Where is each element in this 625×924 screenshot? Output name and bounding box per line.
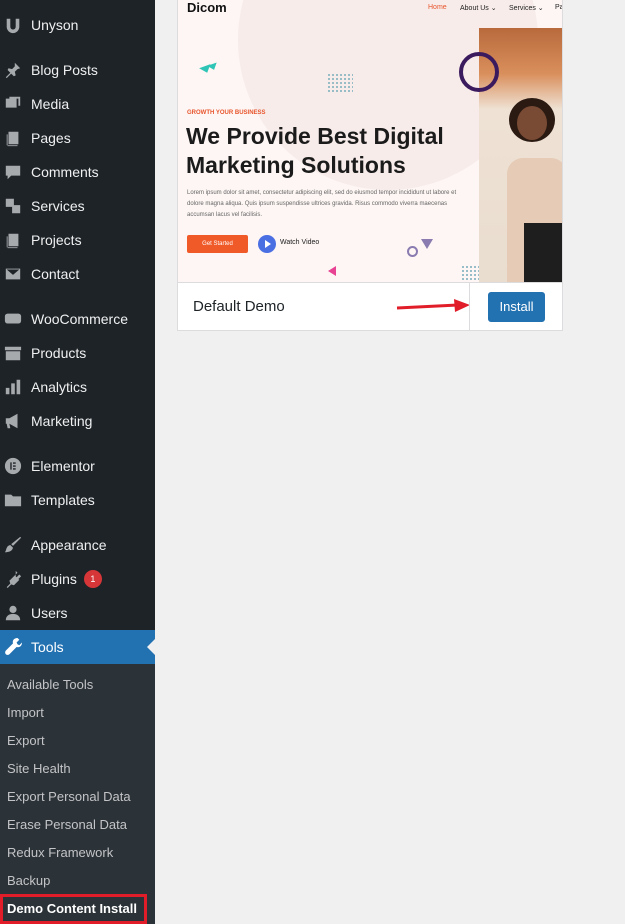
megaphone-icon <box>3 411 23 431</box>
media-icon <box>3 94 23 114</box>
demo-card-footer: Default Demo Install <box>178 282 562 331</box>
purple-ring-shape <box>459 52 499 92</box>
pin-icon <box>3 60 23 80</box>
submenu-item-import[interactable]: Import <box>7 702 44 724</box>
brush-icon <box>3 535 23 555</box>
preview-eyebrow: GROWTH YOUR BUSINESS <box>187 110 266 116</box>
menu-item-label: Unyson <box>31 17 79 33</box>
submenu-item-export[interactable]: Export <box>7 730 45 752</box>
menu-item-projects[interactable]: Projects <box>0 223 155 257</box>
user-icon <box>3 603 23 623</box>
elementor-icon <box>3 456 23 476</box>
projects-icon <box>3 230 23 250</box>
preview-nav-more: Pa <box>555 4 562 11</box>
menu-item-label: Users <box>31 605 68 621</box>
menu-item-plugins[interactable]: Plugins 1 <box>0 562 155 596</box>
person-skirt <box>524 223 562 282</box>
menu-item-blog-posts[interactable]: Blog Posts <box>0 53 155 87</box>
preview-get-started-button: Get Started <box>187 235 248 253</box>
update-count-badge: 1 <box>83 570 102 588</box>
submenu-item-available-tools[interactable]: Available Tools <box>7 674 93 696</box>
person-head <box>517 106 547 140</box>
mail-icon <box>3 264 23 284</box>
menu-item-tools[interactable]: Tools <box>0 630 155 664</box>
preview-watch-video: Watch Video <box>280 239 320 246</box>
demo-preview-image: Dicom Home About Us ⌄ Services ⌄ Pa GROW… <box>178 0 562 282</box>
services-icon <box>3 196 23 216</box>
menu-item-templates[interactable]: Templates <box>0 483 155 517</box>
pink-triangle-icon <box>328 266 336 276</box>
menu-item-woocommerce[interactable]: WooCommerce <box>0 302 155 336</box>
menu-item-label: Blog Posts <box>31 62 98 78</box>
menu-item-label: Appearance <box>31 537 107 553</box>
menu-item-appearance[interactable]: Appearance <box>0 528 155 562</box>
menu-item-label: Marketing <box>31 413 93 429</box>
menu-item-label: Tools <box>31 639 64 655</box>
preview-paragraph: Lorem ipsum dolor sit amet, consectetur … <box>187 190 457 218</box>
demo-card: Dicom Home About Us ⌄ Services ⌄ Pa GROW… <box>177 0 563 331</box>
menu-item-label: Elementor <box>31 458 95 474</box>
menu-item-label: Plugins <box>31 571 77 587</box>
menu-item-label: Pages <box>31 130 71 146</box>
menu-item-label: Media <box>31 96 70 112</box>
submenu-item-site-health[interactable]: Site Health <box>7 758 71 780</box>
menu-item-contact[interactable]: Contact <box>0 257 155 291</box>
play-icon <box>258 235 276 253</box>
submenu-item-erase-personal-data[interactable]: Erase Personal Data <box>7 814 127 836</box>
menu-item-users[interactable]: Users <box>0 596 155 630</box>
folder-icon <box>3 490 23 510</box>
menu-item-label: Services <box>31 198 85 214</box>
chart-bar-icon <box>3 377 23 397</box>
plug-icon <box>3 569 23 589</box>
menu-item-marketing[interactable]: Marketing <box>0 404 155 438</box>
menu-item-label: Comments <box>31 164 99 180</box>
purple-triangle-icon <box>421 239 433 249</box>
menu-item-label: Templates <box>31 492 95 508</box>
admin-sidebar: Unyson Blog Posts Media Pages Comments S… <box>0 0 155 924</box>
comment-icon <box>3 162 23 182</box>
menu-item-products[interactable]: Products <box>0 336 155 370</box>
menu-item-elementor[interactable]: Elementor <box>0 449 155 483</box>
highlight-box <box>0 894 147 924</box>
menu-item-media[interactable]: Media <box>0 87 155 121</box>
dot-pattern <box>327 73 353 93</box>
menu-item-label: Analytics <box>31 379 88 395</box>
menu-item-pages[interactable]: Pages <box>0 121 155 155</box>
pages-icon <box>3 128 23 148</box>
demo-name: Default Demo <box>193 298 285 315</box>
preview-logo: Dicom <box>187 0 227 15</box>
menu-item-analytics[interactable]: Analytics <box>0 370 155 404</box>
archive-icon <box>3 343 23 363</box>
menu-item-label: Products <box>31 345 87 361</box>
menu-item-label: Contact <box>31 266 80 282</box>
red-arrow-annotation <box>396 299 470 312</box>
submenu-item-export-personal-data[interactable]: Export Personal Data <box>7 786 131 808</box>
menu-item-comments[interactable]: Comments <box>0 155 155 189</box>
preview-nav-home: Home <box>428 4 447 11</box>
menu-item-label: Projects <box>31 232 82 248</box>
wrench-icon <box>3 637 23 657</box>
unyson-icon <box>3 15 23 35</box>
menu-item-services[interactable]: Services <box>0 189 155 223</box>
woo-icon <box>3 309 23 329</box>
small-ring-shape <box>407 246 418 257</box>
submenu-item-backup[interactable]: Backup <box>7 870 50 892</box>
menu-item-unyson[interactable]: Unyson <box>0 8 155 42</box>
submenu-item-redux-framework[interactable]: Redux Framework <box>7 842 113 864</box>
menu-item-label: WooCommerce <box>31 311 128 327</box>
preview-headline: We Provide Best Digital Marketing Soluti… <box>186 123 444 178</box>
active-menu-arrow <box>147 639 155 655</box>
preview-nav-about: About Us ⌄ <box>460 5 497 12</box>
footer-divider <box>469 283 470 331</box>
install-button[interactable]: Install <box>488 292 545 322</box>
preview-nav-services: Services ⌄ <box>509 5 544 12</box>
